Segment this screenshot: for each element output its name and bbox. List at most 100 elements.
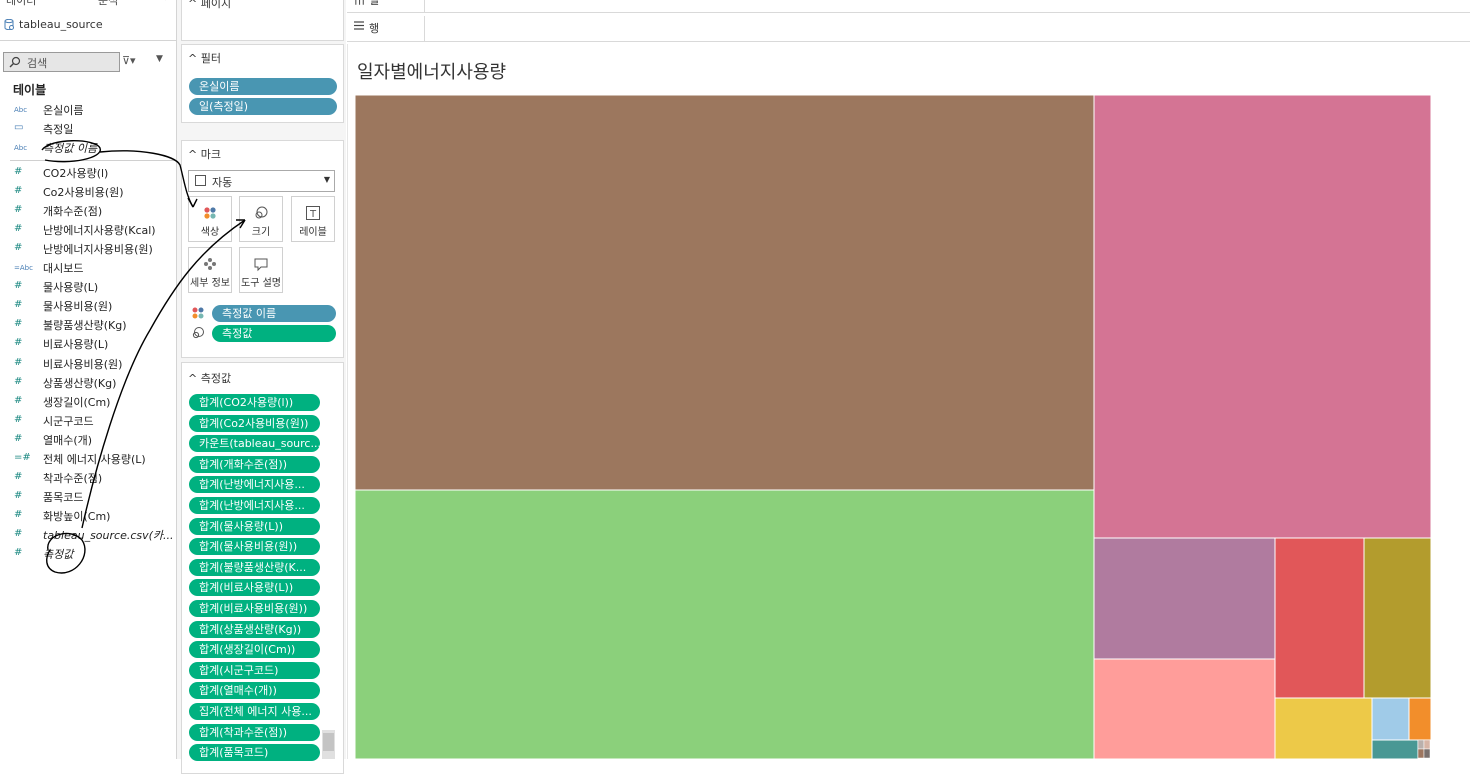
scrollbar-thumb[interactable] [323, 733, 334, 751]
treemap-tile[interactable] [1093, 658, 1276, 759]
field-row[interactable]: # CO2사용량(l) [0, 164, 176, 182]
label-button[interactable]: T 레이블 [291, 196, 335, 242]
data-source-name: tableau_source [19, 18, 103, 31]
measure-value-pill[interactable]: 합계(난방에너지사용... [189, 497, 320, 514]
field-row[interactable]: =# 전체 에너지 사용량(L) [0, 450, 176, 468]
treemap-tile[interactable] [355, 95, 1095, 491]
field-row[interactable]: # tableau_source.csv(카... [0, 526, 176, 544]
measure-value-pill[interactable]: 합계(난방에너지사용... [189, 476, 320, 494]
measure-value-pill[interactable]: 합계(착과수준(점)) [189, 723, 320, 741]
field-label: 측정값 [43, 548, 74, 561]
number-type-icon: # [14, 185, 23, 197]
measure-value-pill[interactable]: 합계(물사용비용(원)) [189, 538, 320, 556]
measure-value-pill[interactable]: 합계(Co2사용비용(원)) [189, 414, 320, 432]
tab-data[interactable]: 데이터 [6, 0, 36, 8]
filter-pill-greenhouse[interactable]: 온실이름 [189, 78, 337, 95]
marks-size-pill[interactable]: 측정값 [212, 325, 336, 342]
collapse-pane-icon[interactable]: ‹ [162, 0, 166, 4]
field-row[interactable]: # 착과수준(점) [0, 469, 176, 487]
treemap-tile[interactable] [1371, 697, 1410, 741]
number-type-icon: # [14, 470, 23, 482]
field-row[interactable]: # 비료사용량(L) [0, 335, 176, 353]
field-row[interactable]: # 불량품생산량(Kg) [0, 316, 176, 334]
field-label: CO2사용량(l) [43, 167, 109, 180]
tooltip-button[interactable]: 도구 설명 [239, 247, 283, 293]
field-row[interactable]: Abc 온실이름 [0, 101, 176, 119]
field-row[interactable]: # 난방에너지사용량(Kcal) [0, 221, 176, 239]
measure-value-pill[interactable]: 합계(비료사용량(L)) [189, 579, 320, 597]
size-button[interactable]: 크기 [239, 196, 283, 242]
mark-type-label: 자동 [212, 176, 233, 189]
field-label: 생장길이(Cm) [43, 395, 111, 409]
field-row[interactable]: # 상품생산량(Kg) [0, 374, 176, 392]
detail-label: 세부 정보 [190, 278, 230, 289]
pages-title-text: 페이지 [200, 0, 232, 10]
field-row[interactable]: # 난방에너지사용비용(원) [0, 240, 176, 258]
treemap-tile[interactable] [355, 489, 1095, 759]
marks-color-pill[interactable]: 측정값 이름 [212, 305, 336, 322]
filter-pill-day[interactable]: 일(측정일) [189, 98, 337, 115]
measure-values-card: ^ 측정값 합계(CO2사용량(l)) 합계(Co2사용비용(원)) 카운트(tab… [181, 362, 344, 774]
field-row[interactable]: ▭ 측정일 [0, 120, 176, 138]
treemap-chart[interactable] [355, 95, 1431, 759]
field-row[interactable]: # 열매수(개) [0, 431, 176, 449]
field-row[interactable]: # 물사용량(L) [0, 278, 176, 296]
field-row[interactable]: =Abc 대시보드 [0, 259, 176, 277]
field-row[interactable]: # 시군구코드 [0, 412, 176, 430]
field-row[interactable]: # Co2사용비용(원) [0, 183, 176, 201]
tab-analysis[interactable]: 분석 [98, 0, 118, 8]
measure-value-pill[interactable]: 집계(전체 에너지 사용... [189, 703, 320, 720]
search-input[interactable]: 검색 [3, 52, 120, 72]
measure-value-pill[interactable]: 합계(개화수준(점)) [189, 455, 320, 473]
treemap-tile-small[interactable] [1423, 748, 1431, 759]
measure-value-pill[interactable]: 합계(시군구코드) [189, 661, 320, 679]
field-row[interactable]: # 측정값 [0, 545, 176, 563]
rows-shelf[interactable]: 행 [347, 16, 1470, 42]
field-row[interactable]: # 품목코드 [0, 488, 176, 506]
text-type-icon: =Abc [14, 264, 33, 273]
treemap-tile-small[interactable] [1423, 739, 1431, 750]
measure-value-pill[interactable]: 합계(물사용량(L)) [189, 517, 320, 535]
treemap-tile-small[interactable] [1417, 748, 1425, 759]
number-type-icon: # [14, 204, 23, 216]
detail-button[interactable]: 세부 정보 [188, 247, 232, 293]
treemap-tile[interactable] [1363, 537, 1431, 699]
number-type-icon: # [14, 375, 23, 387]
field-row[interactable]: # 화방높이(Cm) [0, 507, 176, 525]
treemap-tile[interactable] [1093, 95, 1431, 539]
measure-value-pill[interactable]: 합계(비료사용비용(원)) [189, 600, 320, 617]
field-row[interactable]: # 비료사용비용(원) [0, 355, 176, 373]
mark-type-dropdown[interactable]: 자동 ▼ [188, 170, 335, 192]
treemap-tile-small[interactable] [1417, 739, 1425, 750]
filters-title-text: 필터 [200, 52, 221, 65]
field-label: 열매수(개) [43, 433, 93, 447]
treemap-tile[interactable] [1093, 537, 1276, 660]
data-pane-menu-button[interactable]: ▼ [156, 54, 170, 70]
filter-fields-button[interactable]: ⊽▾ [122, 54, 144, 70]
field-row[interactable]: # 생장길이(Cm) [0, 393, 176, 411]
measure-value-pill[interactable]: 합계(상품생산량(Kg)) [189, 620, 320, 638]
field-row[interactable]: # 물사용비용(원) [0, 297, 176, 315]
measure-value-pill[interactable]: 합계(CO2사용량(l)) [189, 394, 320, 411]
treemap-tile[interactable] [1371, 739, 1419, 759]
data-source-row[interactable]: tableau_source [0, 14, 176, 41]
columns-shelf[interactable]: ||| 열 [347, 0, 1470, 13]
treemap-tile[interactable] [1274, 697, 1373, 759]
measure-value-pill[interactable]: 합계(생장길이(Cm)) [189, 641, 320, 659]
field-label: 착과수준(점) [43, 471, 103, 485]
detail-icon [204, 258, 216, 270]
measure-value-pill[interactable]: 합계(열매수(개)) [189, 682, 320, 700]
treemap-tile[interactable] [1408, 697, 1431, 741]
measure-value-pill[interactable]: 카운트(tableau_sourc... [189, 435, 320, 453]
measure-values-title-text: 측정값 [200, 372, 232, 385]
measure-value-pill[interactable]: 합계(불량품생산량(K... [189, 558, 320, 576]
columns-icon: ||| [354, 0, 365, 5]
number-type-icon: # [14, 527, 23, 539]
field-label: 불량품생산량(Kg) [43, 319, 127, 333]
field-row[interactable]: Abc 측정값 이름 [0, 139, 176, 157]
number-type-icon: # [14, 356, 23, 368]
field-row[interactable]: # 개화수준(점) [0, 202, 176, 220]
columns-label: 열 [369, 0, 380, 7]
treemap-tile[interactable] [1274, 537, 1365, 699]
color-button[interactable]: 색상 [188, 196, 232, 242]
